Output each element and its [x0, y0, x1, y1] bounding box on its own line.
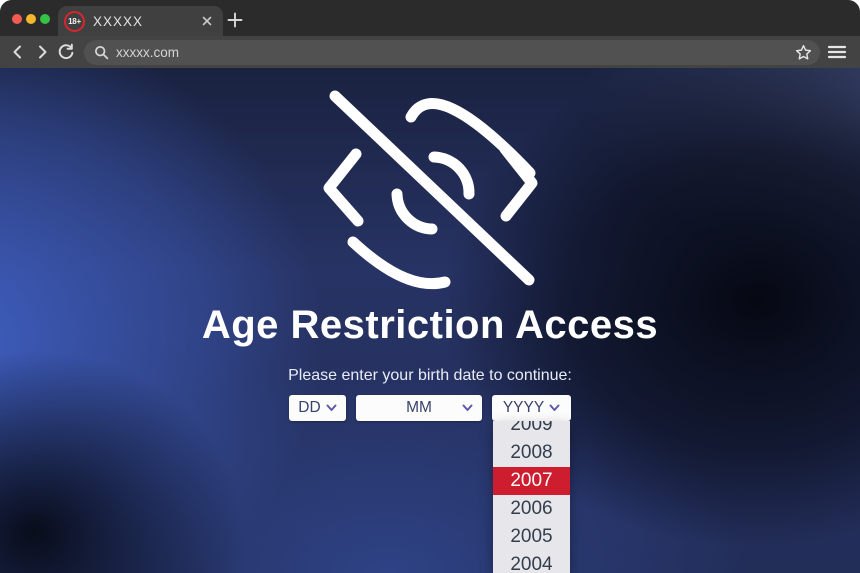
tab-bar: 18+ XXXXX	[0, 0, 860, 36]
minimize-window-button[interactable]	[26, 14, 36, 24]
chevron-down-icon	[549, 404, 560, 412]
birthdate-form: DD MM YYYY	[289, 395, 571, 421]
year-option[interactable]: 2009	[493, 421, 570, 439]
traffic-lights	[12, 14, 50, 24]
address-bar[interactable]: xxxxx.com	[84, 40, 820, 65]
close-tab-icon[interactable]	[199, 13, 215, 29]
chevron-down-icon	[326, 404, 337, 412]
year-option[interactable]: 2005	[493, 523, 570, 551]
year-option[interactable]: 2004	[493, 551, 570, 573]
page-title: Age Restriction Access	[202, 303, 658, 348]
new-tab-icon[interactable]	[226, 11, 244, 29]
eye-slash-icon	[328, 95, 533, 295]
browser-tab[interactable]: 18+ XXXXX	[58, 6, 223, 36]
day-select[interactable]: DD	[289, 395, 346, 421]
age-badge-icon: 18+	[64, 11, 85, 32]
browser-toolbar: xxxxx.com	[0, 36, 860, 68]
year-dropdown-list: 2009 2008 2007 2006 2005 2004	[493, 421, 570, 573]
year-select-value: YYYY	[503, 399, 544, 417]
tab-title: XXXXX	[93, 14, 199, 29]
search-icon	[94, 45, 109, 60]
month-select-value: MM	[406, 399, 432, 417]
close-window-button[interactable]	[12, 14, 22, 24]
reload-icon[interactable]	[56, 42, 76, 62]
back-icon[interactable]	[8, 42, 28, 62]
year-option[interactable]: 2008	[493, 439, 570, 467]
year-option-selected[interactable]: 2007	[493, 467, 570, 495]
month-select[interactable]: MM	[356, 395, 482, 421]
url-text: xxxxx.com	[116, 45, 795, 60]
menu-icon[interactable]	[826, 42, 848, 62]
browser-window: 18+ XXXXX xxxxx.com	[0, 0, 860, 573]
chevron-down-icon	[462, 404, 473, 412]
page-background: Age Restriction Access Please enter your…	[0, 68, 860, 573]
page-subtitle: Please enter your birth date to continue…	[288, 365, 572, 386]
year-option[interactable]: 2006	[493, 495, 570, 523]
zoom-window-button[interactable]	[40, 14, 50, 24]
bookmark-star-icon[interactable]	[795, 44, 812, 61]
forward-icon[interactable]	[32, 42, 52, 62]
day-select-value: DD	[298, 399, 320, 417]
year-select[interactable]: YYYY	[492, 395, 571, 421]
